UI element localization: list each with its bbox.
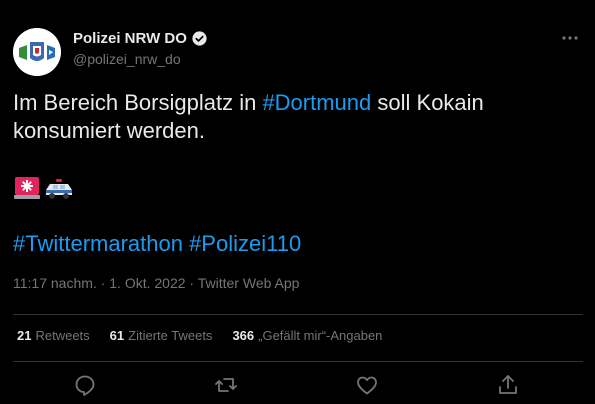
police-car-emoji-icon	[46, 179, 72, 199]
tweet-actions	[0, 367, 595, 403]
tweet-time: 11:17 nachm.	[13, 275, 97, 291]
likes-count: 366	[232, 328, 255, 343]
emoji-line	[13, 175, 75, 201]
police-logo-icon	[13, 28, 61, 76]
hashtags[interactable]: #Twittermarathon #Polizei110	[13, 230, 301, 258]
retweets-label: Retweets	[35, 328, 90, 343]
tweet-stats: 21 Retweets 61 Zitierte Tweets 366 „Gefällt…	[17, 328, 382, 343]
tweet-text: Im Bereich Borsigplatz in #Dortmund soll…	[13, 89, 583, 145]
more-options-icon[interactable]	[559, 28, 581, 48]
tweet-client[interactable]: Twitter Web App	[198, 275, 300, 291]
author-name[interactable]: Polizei NRW DO	[73, 30, 208, 47]
separator: ·	[100, 275, 106, 291]
tweet-meta: 11:17 nachm. · 1. Okt. 2022 · Twitter We…	[13, 275, 299, 291]
divider	[13, 314, 583, 315]
like-heart-icon[interactable]	[355, 373, 379, 397]
verified-badge-icon	[192, 31, 207, 46]
siren-emoji-icon	[14, 177, 40, 199]
divider	[13, 361, 583, 362]
likes-stat[interactable]: 366 „Gefällt mir“-Angaben	[232, 328, 382, 343]
quotes-label: Zitierte Tweets	[128, 328, 213, 343]
reply-icon[interactable]	[73, 373, 97, 397]
separator: ·	[189, 275, 195, 291]
tweet-text-part: Im Bereich Borsigplatz in	[13, 90, 263, 115]
retweets-count: 21	[17, 328, 32, 343]
quotes-count: 61	[109, 328, 125, 343]
retweet-icon[interactable]	[214, 373, 238, 397]
likes-label: „Gefällt mir“-Angaben	[258, 328, 383, 343]
author-handle[interactable]: @polizei_nrw_do	[73, 51, 181, 67]
tweet-date: 1. Okt. 2022	[109, 275, 186, 291]
author-name-text: Polizei NRW DO	[73, 30, 187, 47]
tweet: Polizei NRW DO @polizei_nrw_do Im Bereic…	[0, 0, 595, 404]
share-icon[interactable]	[496, 373, 520, 397]
tweet-timestamp[interactable]: 11:17 nachm. · 1. Okt. 2022	[13, 275, 186, 291]
retweets-stat[interactable]: 21 Retweets	[17, 328, 90, 343]
quotes-stat[interactable]: 61 Zitierte Tweets	[110, 328, 213, 343]
avatar[interactable]	[13, 28, 61, 76]
hashtag-link-dortmund[interactable]: #Dortmund	[262, 90, 371, 115]
